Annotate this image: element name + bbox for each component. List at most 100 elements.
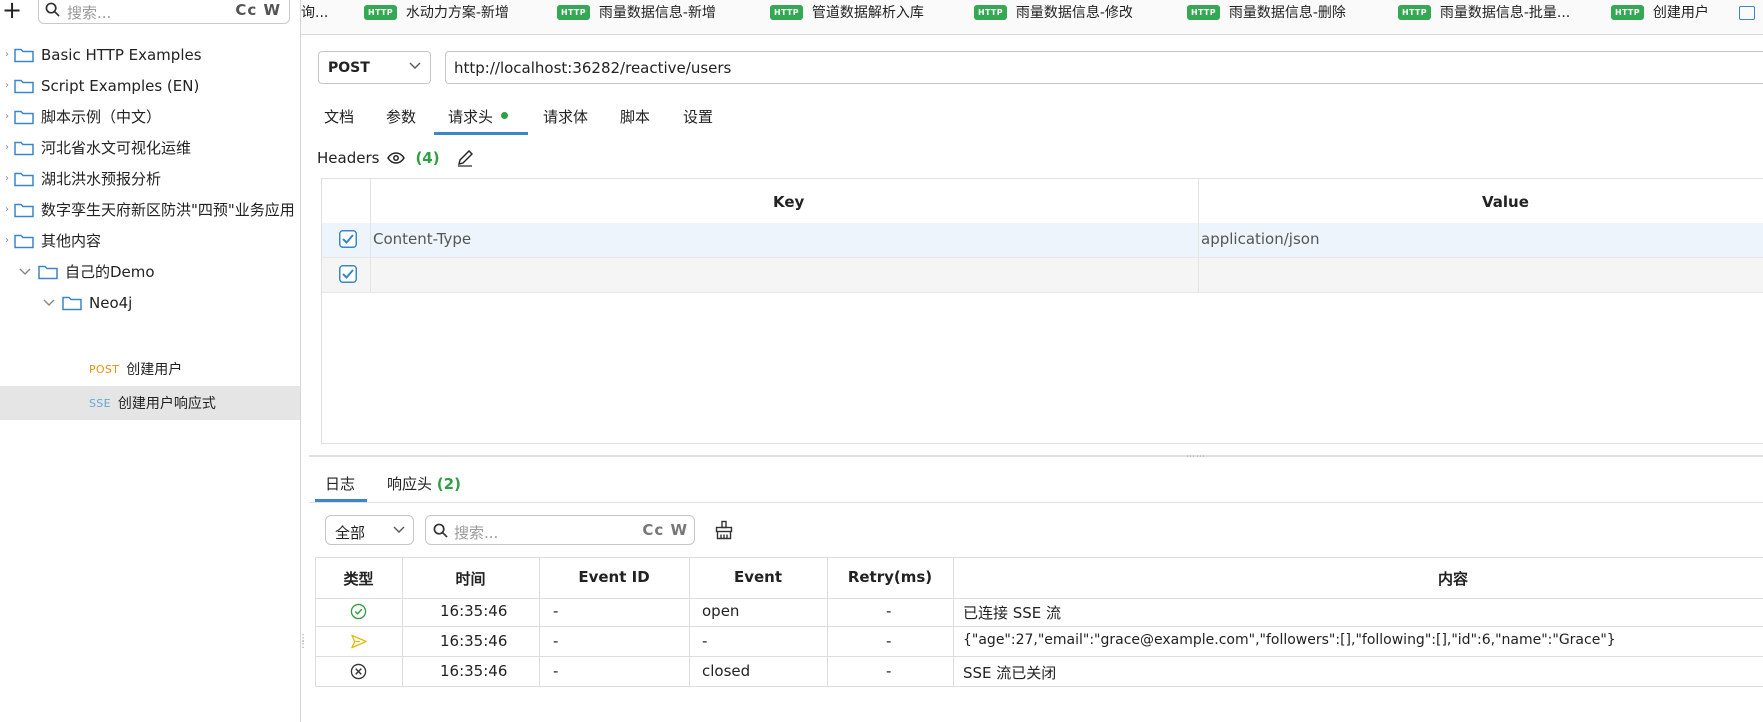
tree-request-create-user-reactive[interactable]: SSE 创建用户响应式 [0,386,300,420]
tab-create-user[interactable]: HTTP 创建用户 [1611,0,1709,24]
tree-folder-script-examples-en[interactable]: › Script Examples (EN) [0,68,300,103]
filter-value: 全部 [335,524,366,542]
log-retry: - [886,602,892,620]
log-event-id: - [553,662,559,680]
tab-label: 管道数据解析入库 [811,5,924,21]
search-icon [433,523,448,538]
log-event: - [702,632,708,650]
panel-divider [309,455,1763,457]
column-divider [1198,179,1199,292]
tab-headers[interactable]: 请求头 [448,106,509,127]
tree-item-label: 脚本示例（中文） [41,108,162,126]
log-row[interactable]: 16:35:46 - - - {"age":27,"email":"grace@… [315,627,1763,657]
column-divider [827,557,828,687]
folder-icon [38,265,58,279]
column-divider [689,557,690,687]
column-divider [370,179,371,292]
header-key[interactable]: Content-Type [373,230,471,248]
column-header-value: Value [1482,193,1529,211]
tree-request-create-user[interactable]: POST 创建用户 [0,352,300,386]
edit-icon[interactable] [456,149,474,167]
log-filter-select[interactable]: 全部 [325,515,414,545]
folder-icon [14,141,34,155]
tree-folder-hebei[interactable]: › 河北省水文可视化运维 [0,130,300,165]
panel-resize-handle[interactable]: ⋯⋯ [1186,452,1206,462]
log-search-placeholder: 搜索... [454,524,499,542]
column-header-key: Key [773,193,805,211]
tab-response-headers[interactable]: 响应头 (2) [387,473,461,494]
tree-item-label: Basic HTTP Examples [41,45,202,64]
tab-label: 雨量数据信息-新增 [598,5,716,21]
chevron-down-icon [409,62,421,69]
tab-overflow-icon[interactable] [1739,6,1755,20]
row-checkbox[interactable] [339,230,357,248]
column-divider [402,557,403,687]
tree-item-label: 创建用户 [126,362,183,378]
tab-label: 雨量数据信息-批量... [1439,5,1571,21]
add-icon[interactable]: + [2,0,22,22]
method-select[interactable]: POST [318,51,431,84]
search-options[interactable]: Cc W [642,521,688,539]
eye-icon[interactable] [387,152,406,164]
column-header-time: 时间 [455,570,486,588]
url-input[interactable]: http://localhost:36282/reactive/users [445,51,1763,84]
chevron-down-icon [393,526,405,533]
column-header-content: 内容 [1437,570,1468,588]
chevron-right-icon: › [5,204,9,215]
log-search-input[interactable]: 搜索... Cc W [425,515,695,545]
log-time: 16:35:46 [440,662,508,680]
tree-folder-my-demo[interactable]: 自己的Demo [0,254,300,289]
close-circle-icon [350,663,367,680]
http-badge: HTTP [1398,4,1431,20]
log-retry: - [886,632,892,650]
divider [309,502,1763,503]
tab-script[interactable]: 脚本 [620,106,650,127]
log-row[interactable]: 16:35:46 - open - 已连接 SSE 流 [315,597,1763,627]
tab-label: 询... [301,5,329,21]
http-badge: HTTP [974,4,1007,20]
log-event: open [702,602,740,620]
tree-folder-hubei[interactable]: › 湖北洪水预报分析 [0,161,300,196]
tab-params[interactable]: 参数 [386,106,416,127]
chevron-right-icon: › [5,111,9,122]
log-event: closed [702,662,751,680]
tree-folder-script-examples-zh[interactable]: › 脚本示例（中文） [0,99,300,134]
tab-headers-label: 请求头 [448,108,494,126]
method-value: POST [328,60,370,76]
tree-item-label: Neo4j [89,293,133,312]
http-badge: HTTP [557,4,590,20]
column-divider [315,557,316,687]
tree-item-label: 河北省水文可视化运维 [41,139,192,157]
tree-item-label: 自己的Demo [65,263,155,281]
search-options[interactable]: Cc W [235,1,281,19]
sidebar-search-input[interactable]: 搜索... Cc W [38,0,290,24]
tab-settings[interactable]: 设置 [683,106,713,127]
tab-hydro-plan-add[interactable]: HTTP 水动力方案-新增 [364,0,509,24]
search-icon [45,2,60,17]
log-row[interactable]: 16:35:46 - closed - SSE 流已关闭 [315,657,1763,687]
tab-log[interactable]: 日志 [325,473,355,494]
tab-rain-edit[interactable]: HTTP 雨量数据信息-修改 [974,0,1133,24]
tree-folder-basic-http[interactable]: › Basic HTTP Examples [0,37,300,72]
header-value[interactable]: application/json [1201,230,1319,248]
tab-response-headers-label: 响应头 [387,475,433,493]
sidebar-resize-handle[interactable]: ⋮ ⋮ [298,634,308,654]
log-table-head: 类型 时间 Event ID Event Retry(ms) 内容 [315,557,1763,599]
chevron-right-icon: › [5,173,9,184]
clear-log-icon[interactable] [714,520,734,540]
row-checkbox[interactable] [339,265,357,283]
headers-label: Headers [317,149,380,167]
tab-pipe-import[interactable]: HTTP 管道数据解析入库 [770,0,924,24]
tab-label: 雨量数据信息-修改 [1015,5,1133,21]
tab-rain-delete[interactable]: HTTP 雨量数据信息-删除 [1187,0,1346,24]
tab-rain-batch[interactable]: HTTP 雨量数据信息-批量... [1398,0,1570,24]
tree-folder-digital-twin[interactable]: › 数字孪生天府新区防洪"四预"业务应用 [0,192,300,227]
tab-docs[interactable]: 文档 [324,106,354,127]
tree-folder-other[interactable]: › 其他内容 [0,223,300,258]
tree-folder-neo4j[interactable]: Neo4j [0,285,300,320]
tab-truncated[interactable]: 询... [301,0,328,24]
tab-rain-add[interactable]: HTTP 雨量数据信息-新增 [557,0,716,24]
folder-icon [14,172,34,186]
sidebar-toolbar: + 搜索... Cc W [0,0,300,26]
tab-body[interactable]: 请求体 [543,106,588,127]
